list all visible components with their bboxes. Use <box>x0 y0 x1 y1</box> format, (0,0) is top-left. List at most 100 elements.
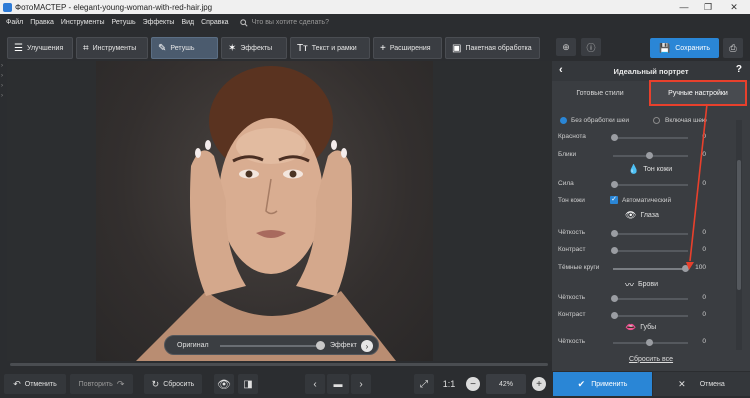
photo-preview[interactable] <box>96 61 433 361</box>
search-placeholder: Что вы хотите сделать? <box>251 19 329 26</box>
apply-button[interactable]: ✔ Применить <box>553 372 652 396</box>
compare-track <box>220 345 320 347</box>
slider-knob[interactable] <box>611 312 618 319</box>
tab-label: Эффекты <box>240 44 273 52</box>
slider-knob[interactable] <box>611 247 618 254</box>
prev-image-button[interactable]: ‹ <box>305 374 325 394</box>
highlights-slider[interactable] <box>613 152 688 159</box>
tab-ready-styles[interactable]: Готовые стили <box>553 82 647 104</box>
redness-slider[interactable] <box>611 134 688 141</box>
eye-icon: 👁 <box>217 378 231 391</box>
split-view-button[interactable]: ◨ <box>238 374 258 394</box>
slider-label-brow-clarity: Чёткость <box>558 294 586 301</box>
menu-search[interactable]: Что вы хотите сделать? <box>239 18 329 27</box>
menu-retouch[interactable]: Ретушь <box>112 19 136 26</box>
cancel-button[interactable]: ✕ Отмена <box>653 372 750 396</box>
slider-knob[interactable] <box>682 265 689 272</box>
compare-eye-button[interactable]: 👁 <box>214 374 234 394</box>
next-image-button[interactable]: › <box>351 374 371 394</box>
slider-knob[interactable] <box>646 339 653 346</box>
slider-knob[interactable] <box>611 181 618 188</box>
scroll-thumb[interactable] <box>737 160 741 290</box>
menu-edit[interactable]: Правка <box>30 19 54 26</box>
panel-header: ‹ Идеальный портрет ? <box>552 61 750 81</box>
tab-retouch[interactable]: ✎ Ретушь <box>151 37 218 59</box>
cancel-label: Отмена <box>699 380 725 388</box>
help-icon[interactable]: ? <box>736 64 742 75</box>
chevron-right-icon[interactable]: › <box>1 63 3 69</box>
printer-icon: ⎙ <box>729 42 737 53</box>
lip-clarity-slider[interactable] <box>613 339 688 346</box>
menu-effects[interactable]: Эффекты <box>143 19 175 26</box>
radio-with-neck[interactable] <box>653 117 660 124</box>
slider-knob[interactable] <box>611 134 618 141</box>
maximize-button[interactable]: ❐ <box>697 0 719 14</box>
menu-help[interactable]: Справка <box>201 19 228 26</box>
image-canvas[interactable] <box>7 61 552 361</box>
back-arrow-icon[interactable]: ‹ <box>559 64 563 76</box>
history-add-icon[interactable]: ⊕ <box>556 38 576 56</box>
split-view-icon: ◨ <box>243 378 253 390</box>
chevron-right-icon[interactable]: › <box>361 340 373 352</box>
fit-screen-button[interactable]: ⤢ <box>414 374 434 394</box>
menu-view[interactable]: Вид <box>181 19 194 26</box>
slider-knob[interactable] <box>611 230 618 237</box>
chevron-right-icon[interactable]: › <box>1 93 3 99</box>
radio-no-neck[interactable] <box>560 117 567 124</box>
tab-label: Пакетная обработка <box>465 44 532 52</box>
folder-icon: ▬ <box>333 379 343 389</box>
chevron-right-icon[interactable]: › <box>1 83 3 89</box>
reset-button[interactable]: ↻ Сбросить <box>144 374 202 394</box>
redo-button[interactable]: Повторить ↷ <box>70 374 133 394</box>
undo-button[interactable]: ↶ Отменить <box>4 374 66 394</box>
tab-tools[interactable]: ⌗ Инструменты <box>76 37 148 59</box>
menu-file[interactable]: Файл <box>6 19 23 26</box>
reset-all-link[interactable]: Сбросить все <box>552 352 750 366</box>
history-info-icon[interactable]: ⓘ <box>581 38 601 56</box>
zoom-level-field[interactable]: 42% <box>486 374 526 394</box>
save-button[interactable]: 💾 Сохранить <box>650 38 719 58</box>
panel-scrollbar[interactable] <box>736 120 742 350</box>
sparkle-icon: ✶ <box>228 42 237 54</box>
tab-extensions[interactable]: + Расширения <box>373 37 442 59</box>
gallery-button[interactable]: ▬ <box>327 374 349 394</box>
chevron-right-icon: › <box>359 378 363 390</box>
slider-label-brow-contrast: Контраст <box>558 311 586 318</box>
actual-size-button[interactable]: 1:1 <box>438 374 460 394</box>
lips-icon: 👄 <box>625 322 637 332</box>
minimize-button[interactable]: — <box>673 0 695 14</box>
compare-handle[interactable] <box>316 341 325 350</box>
zoom-out-button[interactable]: − <box>466 377 480 391</box>
effect-label: Эффект <box>330 341 357 349</box>
tab-enhancements[interactable]: ☰ Улучшения <box>7 37 73 59</box>
eye-contrast-slider[interactable] <box>611 247 688 254</box>
skin-tone-label: Тон кожи <box>558 197 585 204</box>
eye-clarity-slider[interactable] <box>611 230 688 237</box>
auto-checkbox[interactable]: ✓ <box>610 196 618 204</box>
tab-batch[interactable]: ▣ Пакетная обработка <box>445 37 540 59</box>
slider-knob[interactable] <box>611 295 618 302</box>
print-button[interactable]: ⎙ <box>723 38 743 58</box>
tab-text-frames[interactable]: Tт Текст и рамки <box>290 37 370 59</box>
menu-bar: Файл Правка Инструменты Ретушь Эффекты В… <box>0 14 750 31</box>
strength-slider[interactable] <box>611 181 688 188</box>
undo-icon: ↶ <box>13 378 21 389</box>
image-icon: ▣ <box>452 42 462 54</box>
zoom-in-button[interactable]: + <box>532 377 546 391</box>
close-window-button[interactable]: ✕ <box>723 0 745 14</box>
brow-clarity-slider[interactable] <box>611 295 688 302</box>
before-after-slider[interactable]: Оригинал Эффект › <box>164 335 379 355</box>
chevron-right-icon[interactable]: › <box>1 73 3 79</box>
tab-manual-settings[interactable]: Ручные настройки <box>649 80 747 106</box>
brow-contrast-slider[interactable] <box>611 312 688 319</box>
scroll-thumb[interactable] <box>10 363 548 366</box>
horizontal-scrollbar[interactable] <box>8 362 550 367</box>
app-logo-icon <box>3 2 12 12</box>
tab-effects[interactable]: ✶ Эффекты <box>221 37 287 59</box>
section-brows: 〰 Брови <box>625 278 658 291</box>
brush-icon: ✎ <box>158 42 167 54</box>
dark-circles-slider[interactable] <box>613 265 689 272</box>
slider-knob[interactable] <box>646 152 653 159</box>
menu-tools[interactable]: Инструменты <box>61 19 105 26</box>
left-strip: › › › › <box>0 61 7 361</box>
